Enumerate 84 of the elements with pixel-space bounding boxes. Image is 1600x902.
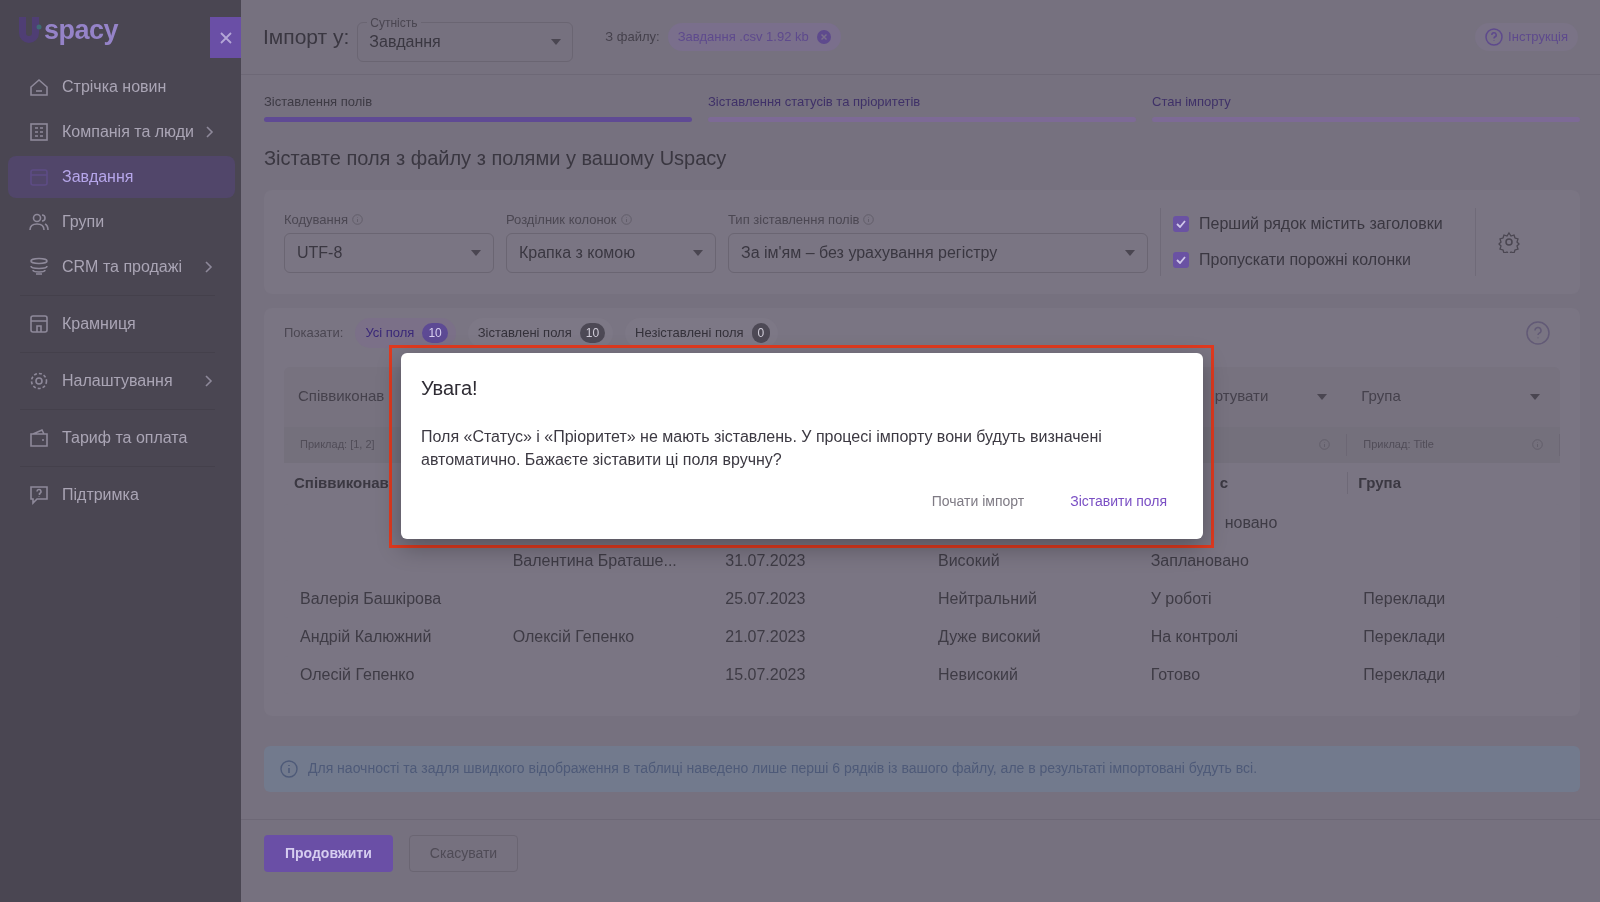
- checkbox-label: Пропускати порожні колонки: [1199, 249, 1412, 270]
- sidebar-item[interactable]: Підтримка: [8, 474, 235, 516]
- caret-icon: [471, 250, 481, 257]
- info-icon: [352, 214, 363, 225]
- help-icon: [1485, 28, 1504, 46]
- table-cell: Готово: [1150, 665, 1201, 683]
- wallet-icon: [28, 427, 50, 449]
- select-field[interactable]: За ім'ям – без урахування регістру: [728, 233, 1148, 274]
- table-cell: 21.07.2023: [725, 627, 806, 645]
- table-cell: 15.07.2023: [725, 665, 806, 683]
- caret-icon: [551, 39, 562, 45]
- table-cell: У роботі: [1150, 589, 1212, 607]
- select-field[interactable]: Крапка з комою: [506, 233, 716, 274]
- calendar-icon: [28, 166, 50, 188]
- stack-icon: [28, 256, 50, 278]
- step-tab[interactable]: Зіставлення статусів та пріоритетів: [708, 89, 1136, 122]
- select-field[interactable]: UTF-8: [284, 233, 494, 274]
- table-cell: Валерія Башкірова: [300, 589, 442, 607]
- gear-icon: [28, 370, 50, 392]
- continue-button[interactable]: Продовжити: [264, 835, 393, 872]
- settings-icon[interactable]: [1498, 230, 1520, 253]
- info-icon: [620, 214, 632, 225]
- table-cell: Олексій Гепенко: [512, 627, 635, 645]
- select-value: Завдання: [369, 32, 441, 52]
- table-cell: Валентина Браташе...: [512, 551, 677, 569]
- column-header: Співвиконав: [294, 472, 389, 493]
- sidebar-item[interactable]: Компанія та люди: [8, 111, 235, 153]
- count-badge: 0: [751, 322, 771, 343]
- map-fields-button[interactable]: Зіставити поля: [1054, 485, 1183, 518]
- help-chat-icon: [28, 484, 50, 506]
- table-cell: Андрій Калюжний: [300, 627, 432, 645]
- check-icon: [1176, 219, 1186, 228]
- table-cell: Переклади: [1363, 589, 1446, 607]
- step-tab[interactable]: Стан імпорту: [1152, 89, 1580, 122]
- caret-icon: [693, 250, 703, 257]
- sidebar-item[interactable]: Завдання: [8, 156, 235, 198]
- caret-icon: [1125, 250, 1135, 257]
- info-icon: [863, 214, 875, 225]
- caret-icon: [1530, 393, 1540, 400]
- close-icon: [218, 30, 233, 45]
- table-cell: 31.07.2023: [725, 551, 806, 569]
- caret-icon: [1317, 393, 1328, 400]
- sidebar-item[interactable]: Тариф та оплата: [8, 417, 235, 459]
- sidebar-item[interactable]: Налаштування: [8, 360, 235, 402]
- filter-chip[interactable]: Усі поля 10: [355, 317, 456, 348]
- table-cell: Високий: [938, 551, 1000, 569]
- dialog-title: Увага!: [421, 376, 479, 401]
- step-tab[interactable]: Зіставлення полів: [264, 89, 692, 122]
- home-icon: [28, 76, 50, 98]
- table-cell: Переклади: [1363, 627, 1446, 645]
- checkbox[interactable]: [1173, 215, 1189, 232]
- table-cell: Невисокий: [938, 665, 1018, 683]
- logo-icon: [16, 15, 42, 45]
- table-cell: На контролі: [1150, 627, 1239, 645]
- column-header: Група: [1358, 472, 1401, 493]
- start-import-button[interactable]: Почати імпорт: [915, 485, 1041, 518]
- people-icon: [28, 211, 50, 233]
- count-badge: 10: [579, 322, 606, 343]
- close-button[interactable]: [210, 17, 241, 58]
- page-title: Імпорт у:: [263, 24, 350, 51]
- table-cell: Дуже високий: [938, 627, 1041, 645]
- store-icon: [28, 313, 50, 335]
- sidebar-item[interactable]: CRM та продажі: [8, 246, 235, 288]
- table-cell: Переклади: [1363, 665, 1446, 683]
- column-header: с: [1219, 472, 1228, 493]
- help-icon[interactable]: [1526, 320, 1550, 345]
- check-icon: [1176, 255, 1186, 264]
- logo-text: spacy: [44, 13, 119, 47]
- info-icon: [280, 759, 298, 778]
- table-cell: Нейтральний: [938, 589, 1037, 607]
- checkbox[interactable]: [1173, 251, 1189, 268]
- building-icon: [28, 121, 50, 143]
- sidebar-item[interactable]: Крамниця: [8, 303, 235, 345]
- checkbox-label: Перший рядок містить заголовки: [1199, 213, 1443, 234]
- sidebar-item[interactable]: Групи: [8, 201, 235, 243]
- table-cell: 25.07.2023: [725, 589, 806, 607]
- remove-icon[interactable]: [816, 30, 831, 44]
- sidebar-item[interactable]: Стрічка новин: [8, 66, 235, 108]
- table-cell: Заплановано: [1150, 551, 1249, 569]
- table-cell: Олесій Гепенко: [300, 665, 415, 683]
- section-heading: Зіставте поля з файлу з полями у вашому Uspacy: [264, 145, 728, 170]
- dialog-message: Поля «Статус» і «Пріоритет» не мають зіставлень. У процесі імпорту вони будуть визначені автоматично. Бажаєте зіставити ці поля вручну?: [421, 427, 1103, 470]
- table-cell: новано: [1224, 513, 1278, 531]
- count-badge: 10: [422, 322, 448, 343]
